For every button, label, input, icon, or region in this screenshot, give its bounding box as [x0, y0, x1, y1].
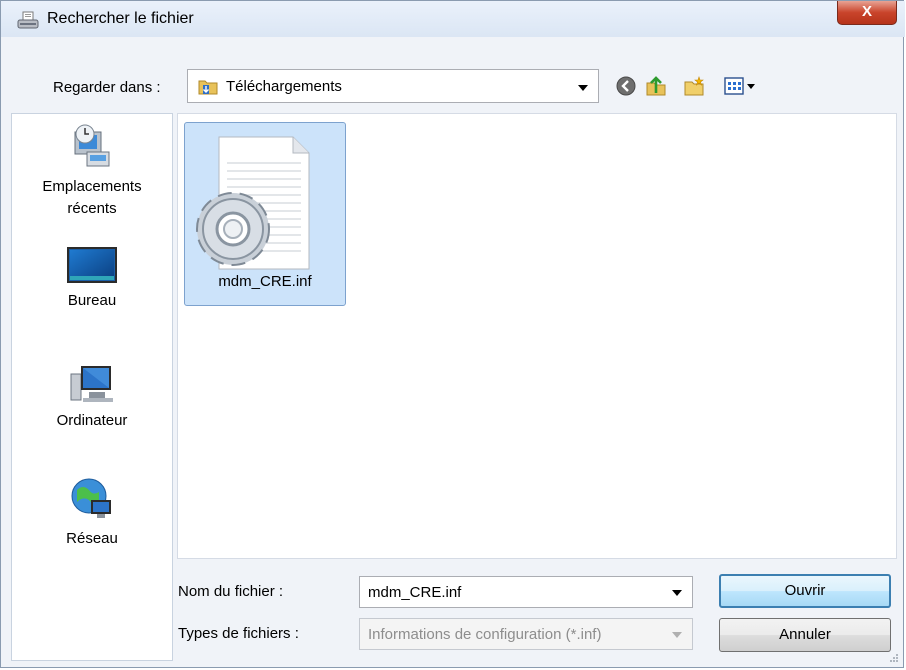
resize-grip-icon[interactable] — [889, 653, 899, 663]
title-bar: Rechercher le fichier X — [1, 1, 905, 37]
inf-settings-file-icon — [196, 136, 310, 270]
file-list[interactable]: mdm_CRE.inf — [177, 113, 897, 559]
scanner-icon — [17, 11, 39, 29]
open-button[interactable]: Ouvrir — [719, 574, 891, 608]
recent-places-icon — [74, 124, 110, 167]
place-desktop-label: Bureau — [67, 292, 117, 309]
view-menu-icon[interactable] — [723, 75, 757, 97]
filename-value: mdm_CRE.inf — [368, 584, 462, 601]
network-icon — [71, 478, 111, 518]
place-recent[interactable]: Emplacements récents — [12, 122, 172, 220]
filename-input[interactable]: mdm_CRE.inf — [359, 576, 693, 608]
chevron-down-icon[interactable] — [672, 632, 682, 638]
window-title: Rechercher le fichier — [47, 10, 194, 27]
place-recent-label-1: Emplacements — [42, 178, 142, 195]
filetype-value: Informations de configuration (*.inf) — [368, 626, 602, 643]
place-desktop[interactable]: Bureau — [12, 246, 172, 312]
filetype-label: Types de fichiers : — [178, 625, 299, 642]
place-network-label: Réseau — [66, 530, 118, 547]
new-folder-icon[interactable] — [683, 75, 705, 97]
file-name: mdm_CRE.inf — [218, 273, 312, 290]
computer-icon — [70, 366, 113, 402]
close-button[interactable]: X — [837, 1, 897, 25]
look-in-dropdown[interactable]: Téléchargements — [187, 69, 599, 103]
desktop-icon — [67, 247, 117, 283]
look-in-label: Regarder dans : — [53, 79, 161, 96]
places-bar: Emplacements récents Bureau Ordinateur R… — [11, 113, 173, 661]
look-in-value: Téléchargements — [226, 78, 342, 95]
up-folder-icon[interactable] — [645, 75, 667, 97]
place-computer-label: Ordinateur — [56, 412, 128, 429]
cancel-button[interactable]: Annuler — [719, 618, 891, 652]
place-network[interactable]: Réseau — [12, 474, 172, 550]
file-dialog: Rechercher le fichier X Regarder dans : … — [0, 0, 905, 668]
place-computer[interactable]: Ordinateur — [12, 360, 172, 432]
close-icon: X — [861, 3, 872, 20]
back-icon[interactable] — [615, 75, 637, 97]
place-recent-label-2: récents — [67, 200, 117, 217]
file-item[interactable]: mdm_CRE.inf — [184, 122, 346, 306]
chevron-down-icon[interactable] — [672, 590, 682, 596]
filetype-select[interactable]: Informations de configuration (*.inf) — [359, 618, 693, 650]
chevron-down-icon[interactable] — [578, 85, 588, 91]
filename-label: Nom du fichier : — [178, 583, 284, 600]
downloads-folder-icon — [198, 80, 218, 95]
